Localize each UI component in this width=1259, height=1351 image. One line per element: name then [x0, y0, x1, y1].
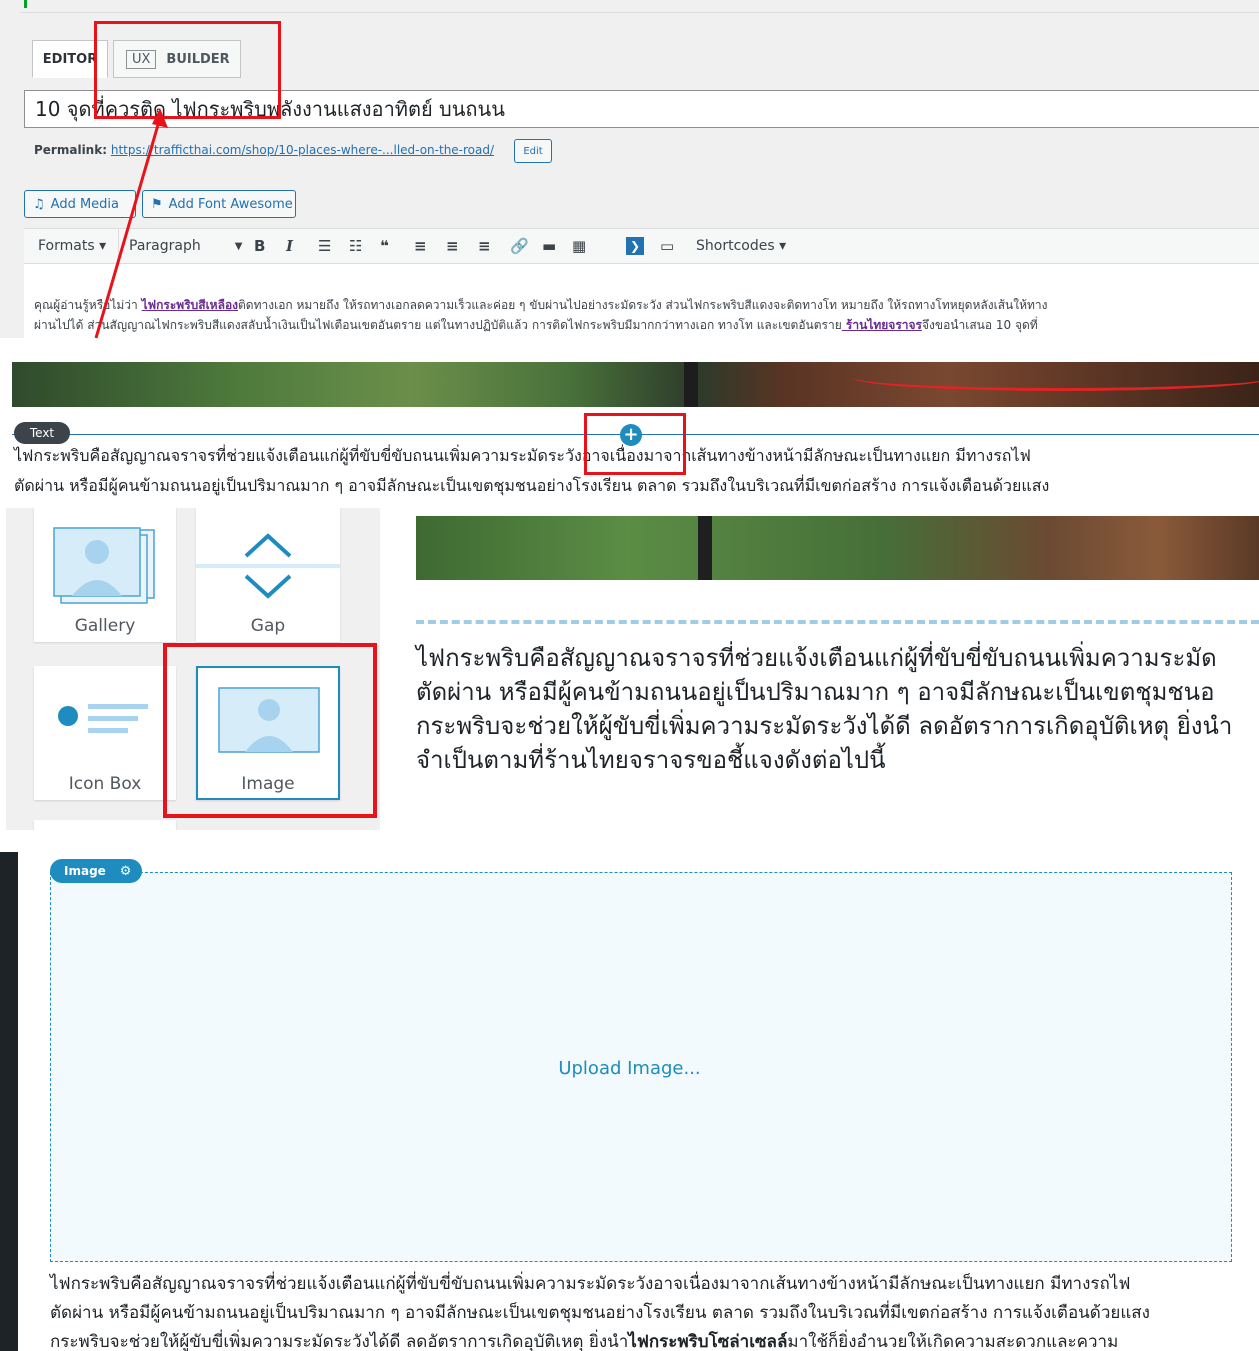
- element-gap[interactable]: Gap: [196, 508, 340, 642]
- permalink-edit-button[interactable]: Edit: [514, 139, 552, 163]
- element-gallery-label: Gallery: [74, 616, 136, 636]
- highlight-ux-builder: [94, 21, 281, 119]
- element-icon-box[interactable]: Icon Box: [34, 666, 176, 800]
- permalink-link[interactable]: https://trafficthai.com/shop/10-places-w…: [111, 143, 494, 157]
- content-text: ผ่านไปได้ ส่วนสัญญาณไฟกระพริบสีแดงสลับน้…: [34, 318, 842, 332]
- divider: [20, 12, 1259, 13]
- shortcode-box-icon[interactable]: ▭: [660, 229, 674, 263]
- highlight-image-element: [163, 643, 377, 818]
- gap-icon: [196, 533, 340, 599]
- content-text: มาใช้ก็ยิ่งอำนวยให้เกิดความสะดวกและความ: [787, 1332, 1119, 1351]
- paragraph-select[interactable]: Paragraph ▼: [118, 229, 249, 263]
- add-media-label: Add Media: [50, 196, 120, 212]
- highlight-add-button: [584, 413, 686, 475]
- content-link-shop[interactable]: ร้านไทยจราจร: [842, 318, 922, 332]
- toolbar-toggle-icon[interactable]: ▦: [572, 229, 586, 263]
- element-icon-box-label: Icon Box: [68, 774, 142, 794]
- element-next-partial[interactable]: [34, 820, 176, 830]
- bullet-list-icon[interactable]: ☰: [318, 229, 331, 263]
- image-element-badge[interactable]: Image ⚙: [50, 859, 142, 883]
- add-font-awesome-label: Add Font Awesome: [168, 196, 293, 212]
- element-gap-label: Gap: [250, 616, 286, 636]
- bold-icon[interactable]: B: [254, 229, 265, 263]
- image-panel-line-3: กระพริบจะช่วยให้ผู้ขับขี่เพิ่มความระมัดร…: [50, 1328, 1118, 1351]
- paragraph-select-value: Paragraph: [129, 238, 201, 254]
- builder-text-line-1: ไฟกระพริบคือสัญญาณจราจรที่ช่วยแจ้งเตือนแ…: [14, 446, 1031, 465]
- align-center-icon[interactable]: ≡: [446, 229, 459, 263]
- link-icon[interactable]: 🔗: [510, 229, 529, 263]
- shortcode-plugin-icon[interactable]: ❯: [626, 237, 644, 255]
- upload-image-link[interactable]: Upload Image...: [0, 1058, 1259, 1079]
- flag-icon: ⚑: [151, 196, 163, 212]
- media-icon: ♫: [33, 196, 45, 212]
- status-mark: [24, 0, 27, 8]
- pole-shape: [684, 362, 698, 407]
- builder-sidebar-edge: [0, 852, 18, 1351]
- shortcodes-menu[interactable]: Shortcodes ▾: [696, 229, 786, 263]
- pole-shape: [698, 516, 712, 580]
- road-photo: [12, 362, 1259, 407]
- gear-icon[interactable]: ⚙: [120, 864, 132, 879]
- permalink-row: Permalink: https://trafficthai.com/shop/…: [34, 143, 494, 157]
- content-line-1: คุณผู้อ่านรู้หรือไม่ว่า ไฟกระพริบสีเหลือ…: [34, 296, 1048, 315]
- content-text: คุณผู้อ่านรู้หรือไม่ว่า: [34, 298, 142, 312]
- element-gallery[interactable]: Gallery: [34, 508, 176, 642]
- image-panel-line-2: ตัดผ่าน หรือมีผู้คนข้ามถนนอยู่เป็นปริมาณ…: [50, 1303, 1150, 1323]
- numbered-list-icon[interactable]: ☷: [349, 229, 362, 263]
- content-text: กระพริบจะช่วยให้ผู้ขับขี่เพิ่มความระมัดร…: [50, 1332, 629, 1351]
- image-panel-line-1: ไฟกระพริบคือสัญญาณจราจรที่ช่วยแจ้งเตือนแ…: [50, 1274, 1131, 1294]
- road-photo: [416, 516, 1259, 580]
- content-text: ติดทางเอก หมายถึง ให้รถทางเอกลดความเร็วแ…: [238, 298, 1048, 312]
- align-left-icon[interactable]: ≡: [414, 229, 427, 263]
- content-bold-text: ไฟกระพริบโซล่าเซลล์: [628, 1332, 788, 1351]
- image-badge-label: Image: [64, 864, 106, 878]
- content-line-2: ผ่านไปได้ ส่วนสัญญาณไฟกระพริบสีแดงสลับน้…: [34, 316, 1038, 335]
- image-element-panel: Image ⚙ Upload Image... ไฟกระพริบคือสัญญ…: [0, 852, 1259, 1351]
- read-more-icon[interactable]: ▬: [542, 229, 556, 263]
- text-element-badge[interactable]: Text: [14, 422, 70, 444]
- content-link-yellow-light[interactable]: ไฟกระพริบสีเหลือง: [142, 298, 238, 312]
- gallery-icon: [53, 527, 155, 604]
- blockquote-icon[interactable]: ❝: [380, 229, 389, 263]
- builder-text-line-2: ตัดผ่าน หรือมีผู้คนข้ามถนนอยู่เป็นปริมาณ…: [14, 476, 1050, 495]
- align-right-icon[interactable]: ≡: [478, 229, 491, 263]
- chevron-down-icon: ▼: [234, 240, 243, 252]
- formats-menu[interactable]: Formats ▾: [38, 229, 106, 263]
- italic-icon[interactable]: I: [286, 229, 293, 263]
- drop-zone-line: [416, 620, 1259, 624]
- icon-box-icon: [58, 704, 148, 733]
- permalink-label: Permalink:: [34, 143, 108, 157]
- content-text: จึงขอนำเสนอ 10 จุดที่: [921, 318, 1038, 332]
- add-font-awesome-button[interactable]: ⚑ Add Font Awesome: [142, 190, 296, 218]
- preview-line-4: จำเป็นตามที่ร้านไทยจราจรขอชี้แจงดังต่อไป…: [416, 746, 886, 774]
- add-media-button[interactable]: ♫ Add Media: [24, 190, 136, 218]
- wire-shape: [852, 364, 1259, 391]
- editor-toolbar: Formats ▾ Paragraph ▼ B I ☰ ☷ ❝ ≡ ≡ ≡ 🔗 …: [24, 228, 1259, 264]
